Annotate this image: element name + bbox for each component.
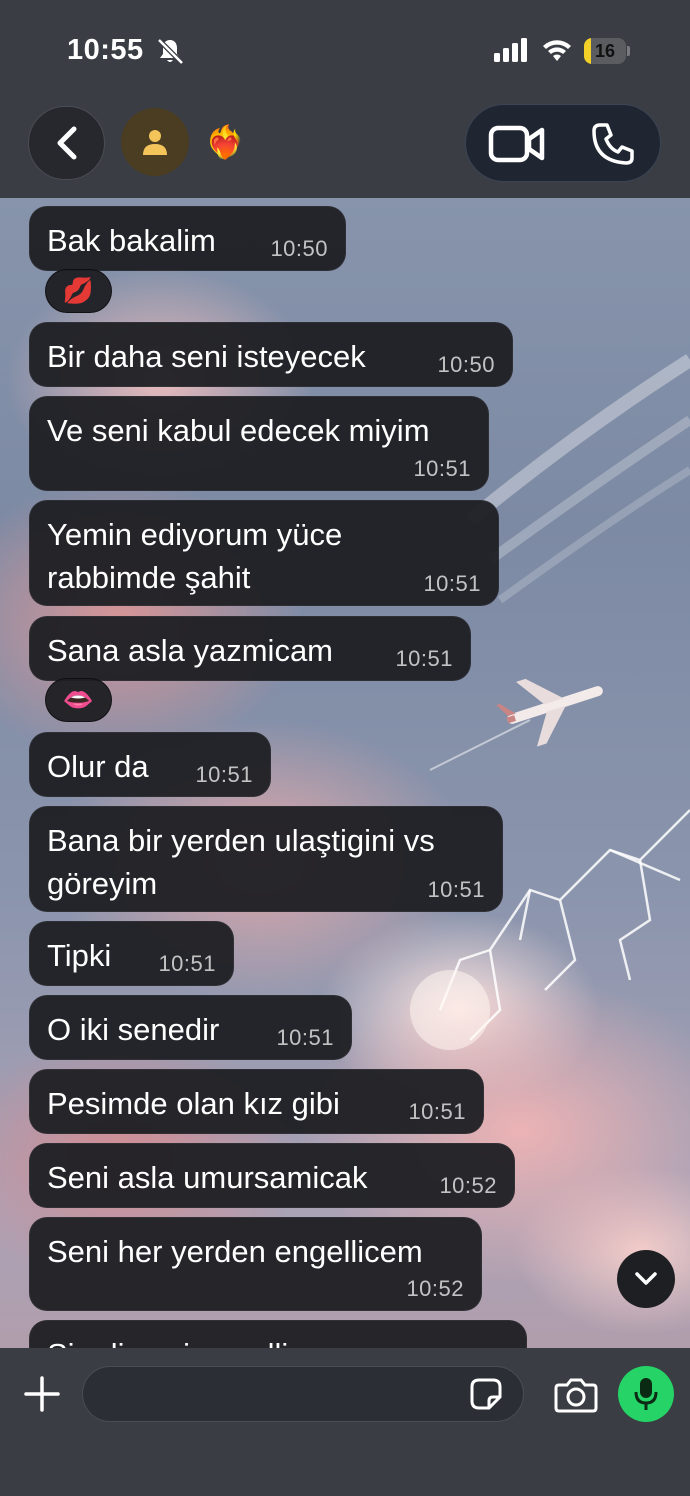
message-bubble[interactable]: Ve seni kabul edecek miyim 10:51 bbox=[29, 396, 489, 491]
message-bubble[interactable]: Seni asla umursamicak 10:52 bbox=[29, 1143, 515, 1208]
bell-slash-icon bbox=[157, 38, 184, 65]
message-bubble[interactable]: Tipki 10:51 bbox=[29, 921, 234, 986]
message-time: 10:51 bbox=[413, 456, 471, 481]
message-composer bbox=[0, 1348, 690, 1496]
message-time: 10:52 bbox=[439, 1173, 497, 1198]
voice-message-button[interactable] bbox=[618, 1366, 674, 1422]
message-text: Ve seni kabul edecek miyim bbox=[47, 413, 430, 448]
message-bubble[interactable]: Sana asla yazmicam 10:51 bbox=[29, 616, 471, 681]
message-bubble[interactable]: Bir daha seni isteyecek 10:50 bbox=[29, 322, 513, 387]
message-bubble[interactable]: Simdi seni engelliyorum bbox=[29, 1320, 527, 1348]
message-bubble[interactable]: Seni her yerden engellicem 10:52 bbox=[29, 1217, 482, 1311]
contact-name-emoji[interactable]: ❤️‍🔥 bbox=[205, 122, 245, 162]
sticker-button[interactable] bbox=[468, 1376, 504, 1412]
message-text: Sana asla yazmicam bbox=[47, 633, 334, 668]
message-text: Simdi seni engelliyorum bbox=[47, 1333, 374, 1348]
message-bubble[interactable]: Pesimde olan kız gibi 10:51 bbox=[29, 1069, 484, 1134]
message-time: 10:51 bbox=[427, 877, 485, 902]
message-reaction[interactable]: 👄 bbox=[45, 678, 112, 722]
message-text: Bana bir yerden ulaştigini vs göreyim bbox=[47, 823, 435, 901]
message-text: Olur da bbox=[47, 749, 149, 784]
microphone-icon bbox=[634, 1378, 658, 1410]
battery-level: 16 bbox=[594, 41, 616, 61]
message-bubble[interactable]: Bana bir yerden ulaştigini vs göreyim 10… bbox=[29, 806, 503, 912]
message-bubble[interactable]: Bak bakalim 10:50 bbox=[29, 206, 346, 271]
back-button[interactable] bbox=[28, 106, 105, 180]
sticker-icon bbox=[470, 1378, 502, 1410]
voice-call-button[interactable] bbox=[584, 120, 642, 168]
message-text: Pesimde olan kız gibi bbox=[47, 1086, 340, 1121]
message-time: 10:50 bbox=[270, 236, 328, 261]
chevron-down-icon bbox=[635, 1272, 657, 1285]
video-camera-icon bbox=[488, 125, 545, 163]
message-text: O iki senedir bbox=[47, 1012, 220, 1047]
phone-icon bbox=[592, 123, 634, 165]
plus-icon bbox=[24, 1376, 60, 1412]
battery-icon: 16 bbox=[584, 38, 626, 64]
message-text: Bak bakalim bbox=[47, 223, 216, 258]
chevron-left-icon bbox=[57, 126, 76, 160]
status-bar: 10:55 16 bbox=[0, 0, 690, 100]
message-text: Seni her yerden engellicem bbox=[47, 1234, 423, 1269]
attach-button[interactable] bbox=[20, 1372, 64, 1416]
message-time: 10:50 bbox=[437, 352, 495, 377]
battery-indicator: 16 bbox=[584, 38, 630, 64]
contact-avatar[interactable] bbox=[121, 108, 189, 176]
camera-button[interactable] bbox=[552, 1373, 600, 1417]
battery-tip bbox=[627, 46, 630, 56]
message-text: Bir daha seni isteyecek bbox=[47, 339, 366, 374]
message-text: Yemin ediyorum yüce rabbimde şahit bbox=[47, 517, 343, 595]
wifi-icon bbox=[543, 40, 571, 61]
kiss-mark-icon: 💋 bbox=[62, 276, 95, 305]
signal-icon bbox=[494, 38, 527, 62]
message-time: 10:51 bbox=[408, 1099, 466, 1124]
message-text: Seni asla umursamicak bbox=[47, 1160, 368, 1195]
status-time: 10:55 bbox=[67, 34, 144, 66]
message-time: 10:51 bbox=[395, 646, 453, 671]
camera-icon bbox=[554, 1378, 598, 1413]
message-bubble[interactable]: Yemin ediyorum yüce rabbimde şahit 10:51 bbox=[29, 500, 499, 606]
mouth-icon: 👄 bbox=[62, 685, 95, 714]
message-time: 10:52 bbox=[406, 1276, 464, 1301]
message-list[interactable]: Bak bakalim 10:50 💋 Bir daha seni isteye… bbox=[0, 198, 690, 1348]
scroll-to-bottom-button[interactable] bbox=[617, 1250, 675, 1308]
message-reaction[interactable]: 💋 bbox=[45, 269, 112, 313]
call-actions bbox=[465, 104, 661, 182]
message-time: 10:51 bbox=[423, 571, 481, 596]
message-text: Tipki bbox=[47, 938, 112, 973]
message-time: 10:51 bbox=[158, 951, 216, 976]
person-icon bbox=[143, 130, 167, 155]
message-time: 10:51 bbox=[276, 1025, 334, 1050]
message-time: 10:51 bbox=[195, 762, 253, 787]
video-call-button[interactable] bbox=[484, 120, 550, 168]
message-bubble[interactable]: O iki senedir 10:51 bbox=[29, 995, 352, 1060]
message-bubble[interactable]: Olur da 10:51 bbox=[29, 732, 271, 797]
message-input[interactable] bbox=[82, 1366, 524, 1422]
chat-header: ❤️‍🔥 bbox=[0, 100, 690, 198]
